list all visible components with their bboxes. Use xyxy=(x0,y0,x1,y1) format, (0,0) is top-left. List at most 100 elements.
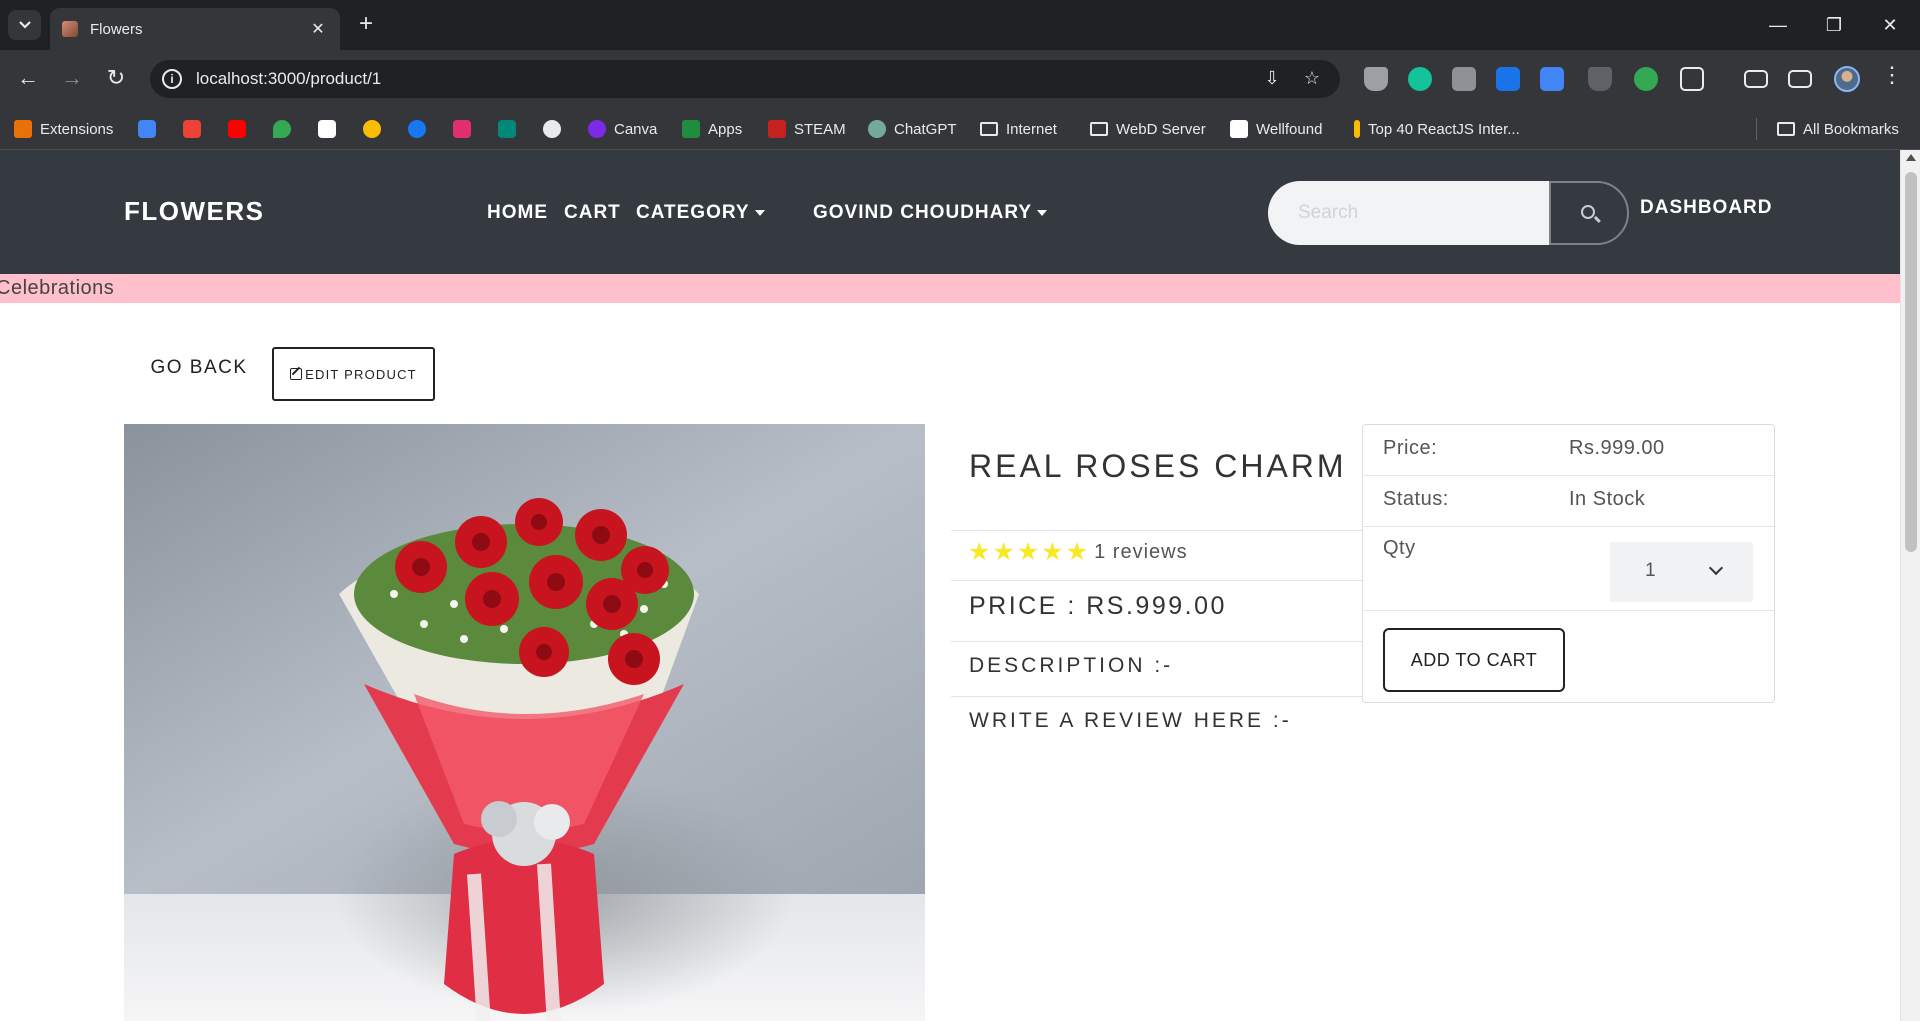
product-title: REAL ROSES CHARM xyxy=(969,448,1347,484)
bookmark-label: ChatGPT xyxy=(894,120,957,138)
google-translate-icon[interactable] xyxy=(138,120,156,138)
new-tab-button[interactable]: + xyxy=(352,11,380,39)
media-control-icon[interactable] xyxy=(1744,70,1768,88)
extension-icon[interactable] xyxy=(1452,67,1476,91)
bookmark-internet[interactable]: Internet xyxy=(980,118,1057,140)
bookmark-all-bookmarks[interactable]: All Bookmarks xyxy=(1756,118,1899,140)
nav-category-dropdown[interactable]: CATEGORY xyxy=(636,202,765,224)
nav-user-dropdown[interactable]: GOVIND CHOUDHARY xyxy=(813,202,1048,224)
chevron-down-icon xyxy=(1708,560,1724,576)
profile-avatar[interactable] xyxy=(1834,66,1860,92)
search-input[interactable] xyxy=(1268,181,1550,245)
bookmark-wellfound[interactable]: Wellfound xyxy=(1230,118,1322,140)
apps-icon xyxy=(682,120,700,138)
bookmark-webd-server[interactable]: WebD Server xyxy=(1090,118,1206,140)
scroll-thumb[interactable] xyxy=(1905,172,1917,552)
bookmark-label: WebD Server xyxy=(1116,120,1206,138)
grammarly-extension-icon[interactable] xyxy=(1408,67,1432,91)
star-icon: ★ xyxy=(1041,538,1064,566)
site-info-icon[interactable]: i xyxy=(162,69,182,89)
minimize-icon[interactable]: — xyxy=(1756,8,1800,42)
youtube-icon[interactable] xyxy=(228,120,246,138)
description-heading: DESCRIPTION :- xyxy=(969,654,1174,677)
gmail-icon[interactable] xyxy=(183,120,201,138)
purchase-card: Price: Rs.999.00 Status: In Stock Qty 1 … xyxy=(1362,424,1775,703)
caret-down-icon xyxy=(754,209,765,216)
search-button[interactable] xyxy=(1549,181,1629,245)
reload-icon[interactable]: ↻ xyxy=(100,62,132,94)
document-extension-icon[interactable] xyxy=(1540,67,1564,91)
scroll-up-arrow-icon[interactable] xyxy=(1906,154,1916,161)
more-menu-icon[interactable]: ⋮ xyxy=(1880,62,1904,88)
bookmarks-bar: Extensions Canva Apps STEAM ChatGPT Inte… xyxy=(0,108,1920,150)
bookmark-react-interview[interactable]: Top 40 ReactJS Inter... xyxy=(1354,118,1520,140)
go-back-button[interactable]: GO BACK xyxy=(138,348,260,388)
restore-icon[interactable]: ❐ xyxy=(1812,8,1856,42)
address-bar[interactable]: i localhost:3000/product/1 ⇩ ☆ xyxy=(150,60,1340,98)
github-icon[interactable] xyxy=(543,120,561,138)
side-panel-icon[interactable] xyxy=(1788,70,1812,88)
star-icon: ★ xyxy=(1016,538,1040,566)
bookmark-extensions[interactable]: Extensions xyxy=(14,118,113,140)
edit-icon xyxy=(290,368,303,380)
rating-stars: ★ ★ ★ ★ ★ 1 reviews xyxy=(968,540,1188,565)
folder-icon xyxy=(1090,122,1108,136)
browser-tab-active[interactable]: Flowers ✕ xyxy=(50,8,340,50)
bookmark-canva[interactable]: Canva xyxy=(588,118,657,140)
bookmark-chatgpt[interactable]: ChatGPT xyxy=(868,118,957,140)
qty-value: 1 xyxy=(1645,560,1656,581)
maps-icon[interactable] xyxy=(273,120,291,138)
ublock-extension-icon[interactable] xyxy=(1588,67,1612,91)
reviews-count: 1 reviews xyxy=(1094,541,1188,563)
instagram-icon[interactable] xyxy=(453,120,471,138)
nav-dashboard[interactable]: DASHBOARD xyxy=(1640,197,1773,219)
star-icon: ★ xyxy=(1065,538,1089,566)
divider xyxy=(951,580,1363,581)
install-app-icon[interactable]: ⇩ xyxy=(1260,68,1284,90)
bookmark-steam[interactable]: STEAM xyxy=(768,118,846,140)
caret-down-icon xyxy=(1037,209,1048,216)
bookmark-label: Apps xyxy=(708,120,743,138)
wellfound-icon xyxy=(1230,120,1248,138)
status-label: Status: xyxy=(1383,488,1449,510)
product-image xyxy=(124,424,925,1021)
forward-arrow-icon[interactable]: → xyxy=(56,62,88,94)
add-to-cart-button[interactable]: ADD TO CART xyxy=(1383,628,1565,692)
divider xyxy=(951,641,1363,642)
bookmark-star-icon[interactable]: ☆ xyxy=(1300,68,1324,90)
qty-select[interactable]: 1 xyxy=(1610,542,1753,602)
edit-product-button[interactable]: EDIT PRODUCT xyxy=(272,347,435,401)
back-arrow-icon[interactable]: ← xyxy=(12,62,44,94)
folder-icon xyxy=(980,122,998,136)
folder-icon xyxy=(1777,122,1795,136)
close-icon[interactable]: ✕ xyxy=(308,19,328,39)
steam-icon xyxy=(768,120,786,138)
article-icon xyxy=(1354,120,1360,138)
meet-icon[interactable] xyxy=(498,120,516,138)
web-page: FLOWERS HOME CART CATEGORY GOVIND CHOUDH… xyxy=(0,150,1900,1021)
page-scrollbar[interactable] xyxy=(1900,150,1920,1021)
flipkart-icon[interactable] xyxy=(363,120,381,138)
divider xyxy=(951,696,1363,697)
audio-extension-icon[interactable] xyxy=(1496,67,1520,91)
chevron-down-icon xyxy=(18,21,31,29)
window-close-icon[interactable]: ✕ xyxy=(1868,8,1912,42)
flower-favicon-icon xyxy=(62,21,78,37)
nav-cart[interactable]: CART xyxy=(564,202,621,224)
bookmark-label: STEAM xyxy=(794,120,846,138)
status-row: Status: In Stock xyxy=(1363,476,1774,527)
site-navbar: FLOWERS HOME CART CATEGORY GOVIND CHOUDH… xyxy=(0,150,1900,274)
site-brand[interactable]: FLOWERS xyxy=(124,196,265,227)
chatgpt-icon xyxy=(868,120,886,138)
bookmark-apps[interactable]: Apps xyxy=(682,118,742,140)
nav-home[interactable]: HOME xyxy=(487,202,548,224)
amazon-icon[interactable] xyxy=(318,120,336,138)
bookmark-label: Extensions xyxy=(40,120,114,138)
shield-extension-icon[interactable] xyxy=(1364,67,1388,91)
price-label: Price: xyxy=(1383,437,1438,459)
puzzle-extensions-icon[interactable] xyxy=(1680,67,1704,91)
url-text: localhost:3000/product/1 xyxy=(196,69,382,88)
tab-search-button[interactable] xyxy=(8,10,41,40)
facebook-icon[interactable] xyxy=(408,120,426,138)
target-extension-icon[interactable] xyxy=(1634,67,1658,91)
